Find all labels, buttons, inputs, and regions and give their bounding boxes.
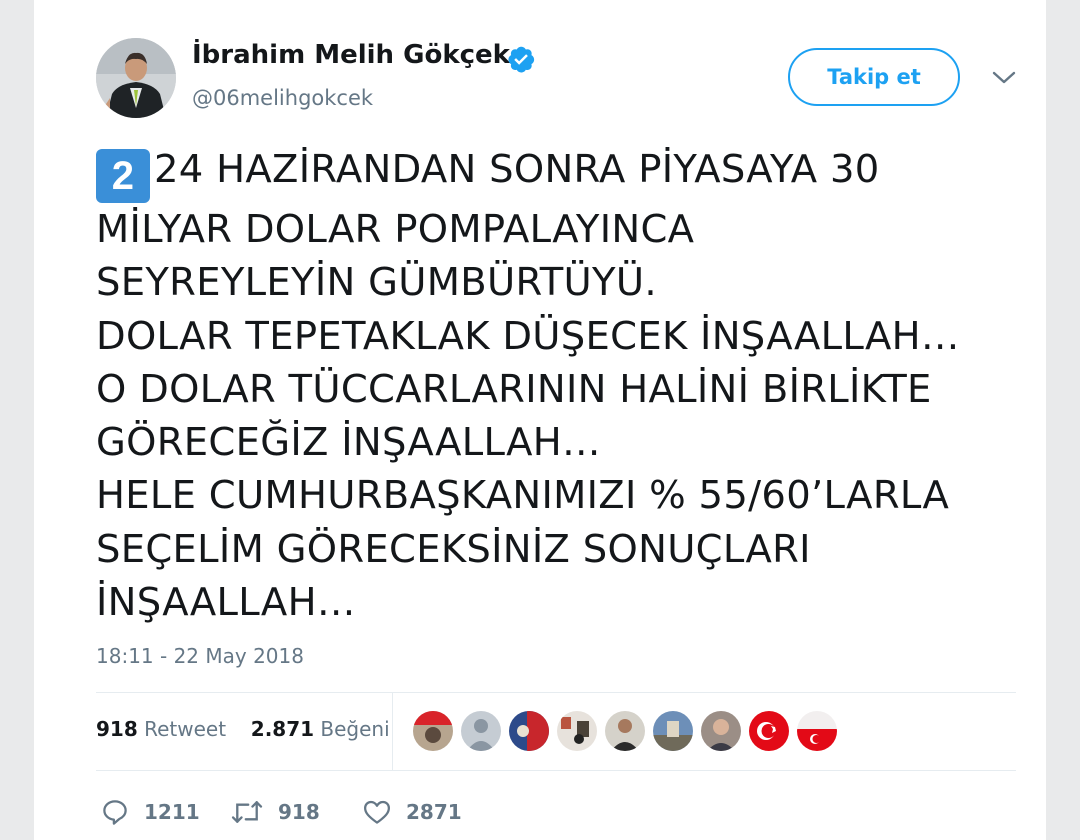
retweet-button[interactable]: 918 <box>230 794 320 830</box>
tweet-line: DOLAR TEPETAKLAK DÜŞECEK İNŞAALLAH… <box>96 313 960 359</box>
retweet-count: 918 <box>278 800 320 824</box>
tweet-timestamp[interactable]: 18:11 - 22 May 2018 <box>96 644 304 668</box>
liker-avatar[interactable] <box>604 710 646 752</box>
reply-button[interactable]: 1211 <box>100 794 200 830</box>
reply-count: 1211 <box>144 800 200 824</box>
tweet-line: SEÇELİM GÖRECEKSİNİZ SONUÇLARI <box>96 526 811 572</box>
liker-avatar[interactable] <box>652 710 694 752</box>
retweets-stat[interactable]: 918 Retweet <box>96 717 226 741</box>
tweet-line: MİLYAR DOLAR POMPALAYINCA <box>96 207 695 252</box>
liker-avatar[interactable] <box>508 710 550 752</box>
retweets-count: 918 <box>96 717 138 741</box>
avatar[interactable] <box>96 38 176 118</box>
tweet-line: O DOLAR TÜCCARLARININ HALİNİ BİRLİKTE <box>96 366 932 412</box>
retweets-label: Retweet <box>144 717 227 741</box>
like-count: 2871 <box>406 800 462 824</box>
liker-avatar[interactable] <box>700 710 742 752</box>
follow-button[interactable]: Takip et <box>788 48 960 106</box>
likes-stat[interactable]: 2.871 Beğeni <box>251 717 390 741</box>
tweet-line: İNŞAALLAH… <box>96 580 356 626</box>
display-name[interactable]: İbrahim Melih Gökçek <box>192 40 510 70</box>
divider <box>96 692 1016 693</box>
chevron-down-icon[interactable] <box>990 68 1018 88</box>
likes-label: Beğeni <box>320 717 390 741</box>
keycap-two-emoji: 2 <box>96 149 150 203</box>
liker-avatar[interactable] <box>796 710 838 752</box>
liker-avatar[interactable] <box>556 710 598 752</box>
tweet-line: GÖRECEĞİZ İNŞAALLAH… <box>96 420 601 466</box>
heart-icon <box>364 800 390 824</box>
tweet-text: 2 24 HAZİRANDAN SONRA PİYASAYA 30 MİLYAR … <box>96 143 1016 629</box>
divider <box>96 770 1016 771</box>
liker-avatar[interactable] <box>412 710 454 752</box>
tweet-line: SEYREYLEYİN GÜMBÜRTÜYÜ. <box>96 260 657 306</box>
reply-icon <box>103 800 127 825</box>
divider <box>392 692 393 770</box>
verified-badge-icon <box>508 46 535 73</box>
tweet-line: 2 24 HAZİRANDAN SONRA PİYASAYA 30 <box>96 143 1016 203</box>
tweet-line-text: 24 HAZİRANDAN SONRA PİYASAYA 30 <box>154 147 880 192</box>
like-button[interactable]: 2871 <box>362 794 462 830</box>
user-handle[interactable]: @06melihgokcek <box>192 86 373 110</box>
liker-avatar[interactable] <box>460 710 502 752</box>
likes-count: 2.871 <box>250 717 315 741</box>
tweet-line: HELE CUMHURBAŞKANIMIZI % 55/60’LARLA <box>96 473 950 519</box>
engagement-stats: 918 Retweet 2.871 Beğeni <box>96 717 390 741</box>
liker-avatar[interactable] <box>748 710 790 752</box>
retweet-icon <box>231 801 263 823</box>
